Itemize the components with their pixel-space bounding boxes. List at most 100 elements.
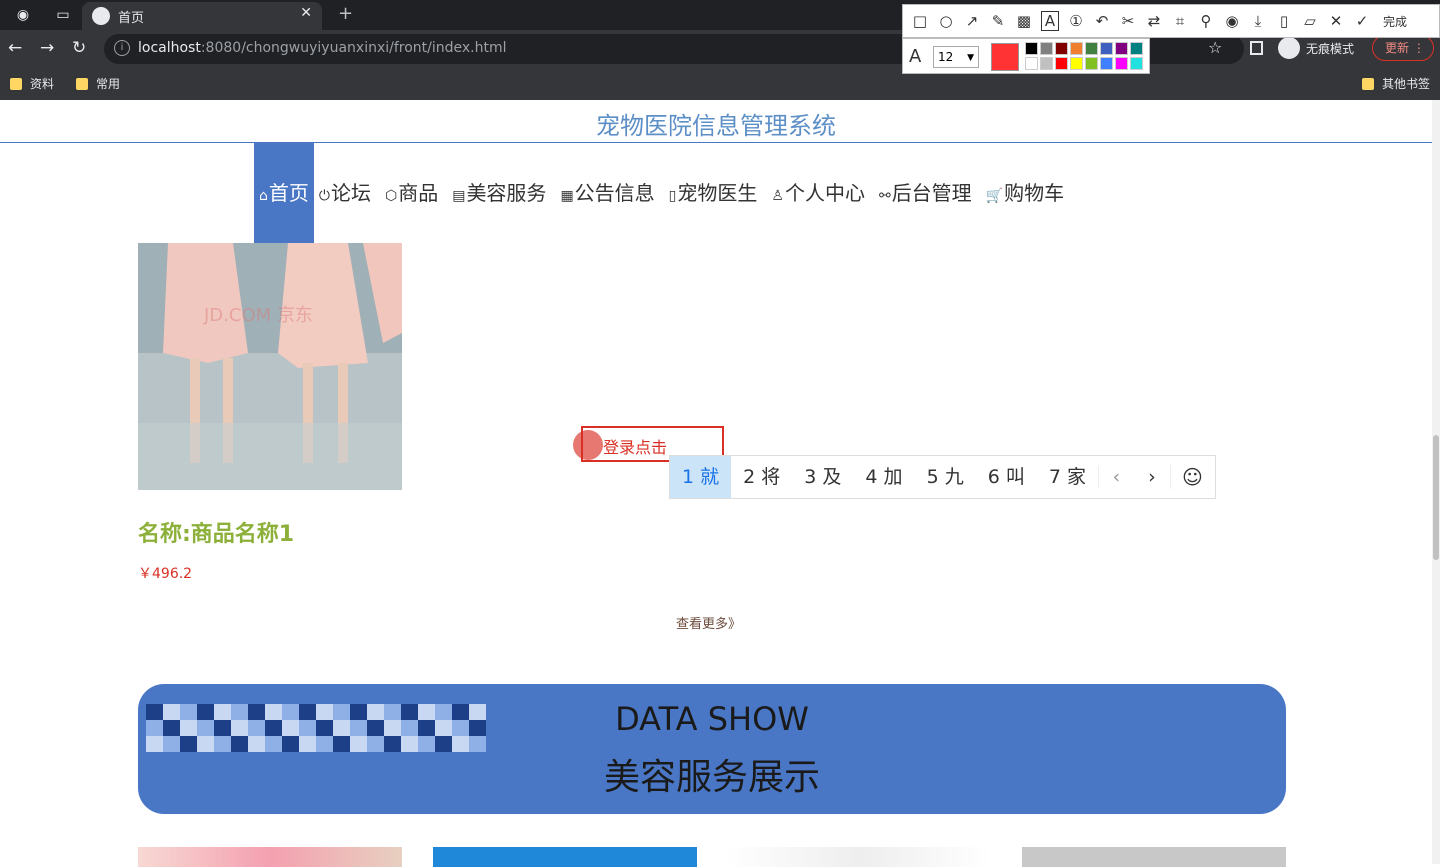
color-swatch[interactable] xyxy=(1055,42,1068,55)
record-icon[interactable]: ◉ xyxy=(1223,12,1241,30)
service-thumbnail[interactable] xyxy=(727,847,991,867)
text-tool-icon[interactable]: A xyxy=(1041,11,1059,31)
nav-item[interactable]: 🛒购物车 xyxy=(981,143,1073,243)
service-thumbnail[interactable] xyxy=(433,847,697,867)
page-scrollbar[interactable] xyxy=(1432,100,1440,864)
color-swatch[interactable] xyxy=(1025,42,1038,55)
number-tool-icon[interactable]: ① xyxy=(1067,12,1085,30)
browser-tab[interactable]: 首页 ✕ xyxy=(82,2,322,30)
browser-menu-icon[interactable]: ◉ xyxy=(14,6,32,24)
service-thumbnail[interactable] xyxy=(138,847,402,867)
banner-title: DATA SHOW xyxy=(615,700,809,738)
close-icon[interactable]: ✕ xyxy=(1327,12,1345,30)
rectangle-tool-icon[interactable]: □ xyxy=(911,12,929,30)
color-swatch[interactable] xyxy=(1070,42,1083,55)
nav-icon: ▯ xyxy=(668,188,677,204)
nav-item[interactable]: ♙个人中心 xyxy=(766,143,874,243)
color-swatch[interactable] xyxy=(1085,42,1098,55)
pen-tool-icon[interactable]: ✎ xyxy=(989,12,1007,30)
color-grid xyxy=(1025,42,1143,70)
new-tab-button[interactable]: + xyxy=(338,3,353,24)
undo-icon[interactable]: ↶ xyxy=(1093,12,1111,30)
translate-icon[interactable]: ⇄ xyxy=(1145,12,1163,30)
ellipse-tool-icon[interactable]: ○ xyxy=(937,12,955,30)
product-image[interactable]: JD.COM 京东 xyxy=(138,243,402,490)
other-bookmarks[interactable]: 其他书签 xyxy=(1362,75,1430,92)
ime-candidate[interactable]: 6 叫 xyxy=(976,456,1037,498)
color-swatch[interactable] xyxy=(1055,57,1068,70)
nav-icon: ⏻ xyxy=(318,188,330,204)
nav-label: 首页 xyxy=(268,181,309,205)
nav-item[interactable]: ⌂首页 xyxy=(254,143,314,243)
url-text: localhost:8080/chongwuyiyuanxinxi/front/… xyxy=(138,40,507,56)
ime-candidate[interactable]: 7 家 xyxy=(1037,456,1098,498)
emoji-icon[interactable]: ☺ xyxy=(1169,465,1214,489)
font-icon: A xyxy=(909,46,922,67)
color-swatch[interactable] xyxy=(1070,57,1083,70)
ime-candidate[interactable]: 3 及 xyxy=(792,456,853,498)
color-swatch[interactable] xyxy=(1100,42,1113,55)
ime-candidate[interactable]: 5 九 xyxy=(915,456,976,498)
nav-item[interactable]: ▤美容服务 xyxy=(447,143,555,243)
service-thumbnail[interactable] xyxy=(1022,847,1286,867)
view-more-link[interactable]: 查看更多》 xyxy=(676,613,741,632)
ime-candidate-bar: 1 就2 将3 及4 加5 九6 叫7 家 ‹ › ☺ xyxy=(669,455,1216,499)
incognito-label: 无痕模式 xyxy=(1306,41,1355,56)
incognito-indicator[interactable]: 无痕模式 xyxy=(1278,36,1354,60)
arrow-tool-icon[interactable]: ↗ xyxy=(963,12,981,30)
banner-subtitle: 美容服务展示 xyxy=(603,757,820,798)
color-swatch[interactable] xyxy=(1115,42,1128,55)
ime-candidate[interactable]: 1 就 xyxy=(670,456,732,498)
update-button[interactable]: 更新 ⋮ xyxy=(1372,35,1434,61)
close-tab-icon[interactable]: ✕ xyxy=(300,5,312,21)
nav-item[interactable]: ⬡商品 xyxy=(380,143,447,243)
web-page: 宠物医院信息管理系统 ⌂首页 ⏻论坛 ⬡商品 ▤美容服务 ▦公告信息 ▯宠物医生 ♙个人中心… xyxy=(0,100,1432,867)
prev-page-icon[interactable]: ‹ xyxy=(1097,466,1134,488)
watermark-text: JD.COM 京东 xyxy=(204,305,313,326)
ime-candidate[interactable]: 2 将 xyxy=(731,456,792,498)
color-swatch[interactable] xyxy=(1100,57,1113,70)
done-label[interactable]: 完成 xyxy=(1383,13,1407,30)
color-swatch[interactable] xyxy=(1025,57,1038,70)
phone-icon[interactable]: ▯ xyxy=(1275,12,1293,30)
product-price: ￥496.2 xyxy=(138,566,193,582)
next-page-icon[interactable]: › xyxy=(1134,466,1170,488)
site-info-icon[interactable]: i xyxy=(114,40,130,56)
screenshot-toolbar: □ ○ ↗ ✎ ▩ A ① ↶ ✂ ⇄ ⌗ ⚲ ◉ ⤓ ▯ ▱ ✕ ✓ 完成 xyxy=(902,4,1440,38)
nav-label: 商品 xyxy=(398,181,439,205)
cut-icon[interactable]: ✂ xyxy=(1119,12,1137,30)
nav-item[interactable]: ▯宠物医生 xyxy=(664,143,767,243)
scrollbar-thumb[interactable] xyxy=(1433,435,1439,560)
color-swatch[interactable] xyxy=(1130,57,1143,70)
reload-icon[interactable]: ↻ xyxy=(72,38,86,58)
nav-item[interactable]: ⚯后台管理 xyxy=(874,143,981,243)
nav-item[interactable]: ▦公告信息 xyxy=(555,143,663,243)
reading-mode-icon[interactable] xyxy=(1250,41,1263,55)
font-size-select[interactable]: 12 ▼ xyxy=(933,46,979,68)
forward-icon[interactable]: → xyxy=(40,38,54,58)
nav-icon: ⬡ xyxy=(384,188,398,204)
nav-icon: ⌂ xyxy=(259,188,268,204)
check-icon[interactable]: ✓ xyxy=(1353,12,1371,30)
bookmark-star-icon[interactable]: ☆ xyxy=(1208,38,1222,57)
color-swatch[interactable] xyxy=(1040,42,1053,55)
nav-icon: ▦ xyxy=(560,188,574,204)
color-swatch[interactable] xyxy=(1085,57,1098,70)
product-name[interactable]: 名称:商品名称1 xyxy=(138,516,294,548)
mosaic-tool-icon[interactable]: ▩ xyxy=(1015,12,1033,30)
text-style-palette: A 12 ▼ xyxy=(902,38,1150,74)
bookmark-folder[interactable]: 常用 xyxy=(76,75,120,92)
back-icon[interactable]: ← xyxy=(8,38,22,58)
folder-icon xyxy=(1362,77,1374,90)
ocr-icon[interactable]: ⌗ xyxy=(1171,12,1189,30)
ime-candidate[interactable]: 4 加 xyxy=(853,456,914,498)
color-swatch[interactable] xyxy=(1115,57,1128,70)
color-swatch[interactable] xyxy=(1130,42,1143,55)
download-icon[interactable]: ⤓ xyxy=(1249,12,1267,30)
tab-search-icon[interactable]: ▭ xyxy=(54,6,72,24)
pin-icon[interactable]: ⚲ xyxy=(1197,12,1215,30)
color-swatch[interactable] xyxy=(1040,57,1053,70)
nav-item[interactable]: ⏻论坛 xyxy=(314,143,380,243)
bookmark-icon[interactable]: ▱ xyxy=(1301,12,1319,30)
bookmark-folder[interactable]: 资料 xyxy=(10,75,54,92)
